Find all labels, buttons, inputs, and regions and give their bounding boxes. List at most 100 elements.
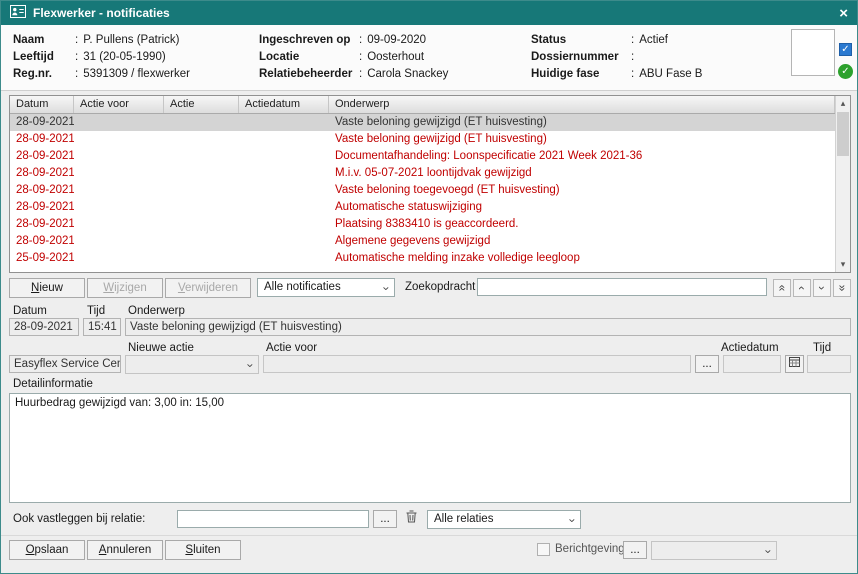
annuleren-button[interactable]: Annuleren (87, 540, 163, 560)
column-header-onderwerp[interactable]: Onderwerp (329, 96, 835, 113)
table-row[interactable]: 28-09-2021Plaatsing 8383410 is geaccorde… (10, 216, 835, 233)
chevron-down-icon: › (564, 512, 579, 527)
huidige-fase-value: ABU Fase B (639, 66, 702, 83)
dossiernummer-label: Dossiernummer (531, 49, 631, 66)
scroll-up-icon[interactable]: ▴ (836, 96, 850, 111)
cell-actie (164, 216, 239, 233)
cell-actiedatum (239, 216, 329, 233)
cell-actie-voor (74, 148, 164, 165)
berichtgeving-dropdown: › (651, 541, 777, 560)
flexwerker-icon (10, 5, 26, 21)
tijd-label: Tijd (87, 305, 105, 317)
search-input[interactable] (477, 278, 767, 296)
last-record-icon[interactable]: » (833, 279, 851, 297)
close-icon[interactable]: × (839, 6, 848, 21)
column-header-actie-voor[interactable]: Actie voor (74, 96, 164, 113)
cell-datum: 28-09-2021 (10, 165, 74, 182)
tijd-field: 15:41 (83, 318, 121, 336)
actie-voor-browse-button[interactable]: ... (695, 355, 719, 373)
column-header-datum[interactable]: Datum (10, 96, 74, 113)
cell-datum: 28-09-2021 (10, 182, 74, 199)
table-row[interactable]: 28-09-2021Algemene gegevens gewijzigd (10, 233, 835, 250)
cell-actie-voor (74, 182, 164, 199)
window-title: Flexwerker - notificaties (33, 6, 832, 20)
relatiebeheerder-value: Carola Snackey (367, 66, 448, 83)
delete-relatie-button[interactable] (401, 510, 421, 528)
cell-actie (164, 233, 239, 250)
notifications-table: Datum Actie voor Actie Actiedatum Onderw… (9, 95, 851, 273)
nieuw-button[interactable]: Nieuw (9, 278, 85, 298)
naam-value: P. Pullens (Patrick) (83, 32, 179, 49)
cell-onderwerp: Automatische statuswijziging (329, 199, 835, 216)
table-row[interactable]: 28-09-2021Vaste beloning toegevoegd (ET … (10, 182, 835, 199)
cell-actie (164, 148, 239, 165)
cell-actie-voor (74, 131, 164, 148)
flexwerker-notificaties-window: Flexwerker - notificaties × Naam:P. Pull… (0, 0, 858, 574)
relatie-browse-button[interactable]: ... (373, 510, 397, 528)
cell-actie-voor (74, 165, 164, 182)
table-row[interactable]: 28-09-2021Vaste beloning gewijzigd (ET h… (10, 114, 835, 131)
datum-label: Datum (13, 305, 47, 317)
actiedatum-input (723, 355, 781, 373)
cell-datum: 25-09-2021 (10, 250, 74, 267)
behandelaar-field: Easyflex Service Cen (9, 355, 121, 373)
scrollbar-thumb[interactable] (837, 112, 849, 156)
regnr-label: Reg.nr. (13, 66, 75, 83)
verwijderen-button: Verwijderen (165, 278, 251, 298)
calendar-button[interactable] (785, 355, 804, 373)
notifications-toolbar: Nieuw Wijzigen Verwijderen Alle notifica… (9, 278, 851, 298)
sluiten-button[interactable]: Sluiten (165, 540, 241, 560)
cell-actiedatum (239, 250, 329, 267)
locatie-label: Locatie (259, 49, 359, 66)
table-row[interactable]: 28-09-2021 Automatische statuswijziging (10, 199, 835, 216)
relatie-label: Ook vastleggen bij relatie: (13, 513, 145, 525)
table-row[interactable]: 28-09-2021 Documentafhandeling: Loonspeci… (10, 148, 835, 165)
cell-actie (164, 199, 239, 216)
ingeschreven-label: Ingeschreven op (259, 32, 359, 49)
table-row[interactable]: 28-09-2021 Vaste beloning gewijzigd (ET h… (10, 131, 835, 148)
wijzigen-button: Wijzigen (87, 278, 163, 298)
detailinformatie-textarea[interactable]: Huurbedrag gewijzigd van: 3,00 in: 15,00 (9, 393, 851, 503)
first-record-icon[interactable]: « (773, 279, 791, 297)
previous-record-icon[interactable]: ‹ (793, 279, 811, 297)
column-header-actiedatum[interactable]: Actiedatum (239, 96, 329, 113)
next-record-icon[interactable]: › (813, 279, 831, 297)
relatie-input[interactable] (177, 510, 369, 528)
cell-datum: 28-09-2021 (10, 233, 74, 250)
chevron-down-icon: › (378, 280, 393, 295)
cell-onderwerp: Vaste beloning gewijzigd (ET huisvesting… (329, 114, 835, 131)
footer-divider (1, 535, 857, 536)
berichtgeving-browse-button[interactable]: ... (623, 541, 647, 559)
tijd2-input (807, 355, 851, 373)
cell-onderwerp: Documentafhandeling: Loonspecificatie 20… (329, 148, 835, 165)
cell-datum: 28-09-2021 (10, 199, 74, 216)
table-scrollbar[interactable]: ▴ ▾ (835, 96, 850, 272)
cell-actiedatum (239, 114, 329, 131)
cell-actie-voor (74, 250, 164, 267)
leeftijd-label: Leeftijd (13, 49, 75, 66)
column-header-actie[interactable]: Actie (164, 96, 239, 113)
actie-voor-label: Actie voor (266, 342, 317, 354)
table-header: Datum Actie voor Actie Actiedatum Onderw… (10, 96, 835, 114)
info-column-2: Ingeschreven op:09-09-2020 Locatie:Ooste… (259, 32, 448, 83)
scroll-down-icon[interactable]: ▾ (836, 257, 850, 272)
table-row[interactable]: 28-09-2021M.i.v. 05-07-2021 loontijdvak … (10, 165, 835, 182)
actie-voor-input (263, 355, 691, 373)
cell-actie (164, 165, 239, 182)
status-value: Actief (639, 32, 668, 49)
notification-filter-dropdown[interactable]: Alle notificaties › (257, 278, 395, 297)
cell-datum: 28-09-2021 (10, 148, 74, 165)
cell-onderwerp: Vaste beloning gewijzigd (ET huisvesting… (329, 131, 835, 148)
cell-datum: 28-09-2021 (10, 131, 74, 148)
table-row[interactable]: 25-09-2021Automatische melding inzake vo… (10, 250, 835, 267)
opslaan-button[interactable]: Opslaan (9, 540, 85, 560)
relatie-filter-dropdown[interactable]: Alle relaties › (427, 510, 581, 529)
cell-actiedatum (239, 165, 329, 182)
nieuwe-actie-label: Nieuwe actie (128, 342, 194, 354)
checked-checkbox-icon[interactable]: ✓ (839, 43, 852, 56)
cell-actie-voor (74, 233, 164, 250)
onderwerp-label: Onderwerp (128, 305, 185, 317)
berichtgeving-label: Berichtgeving (555, 543, 625, 555)
cell-actie-voor (74, 114, 164, 131)
actiedatum-label: Actiedatum (721, 342, 779, 354)
